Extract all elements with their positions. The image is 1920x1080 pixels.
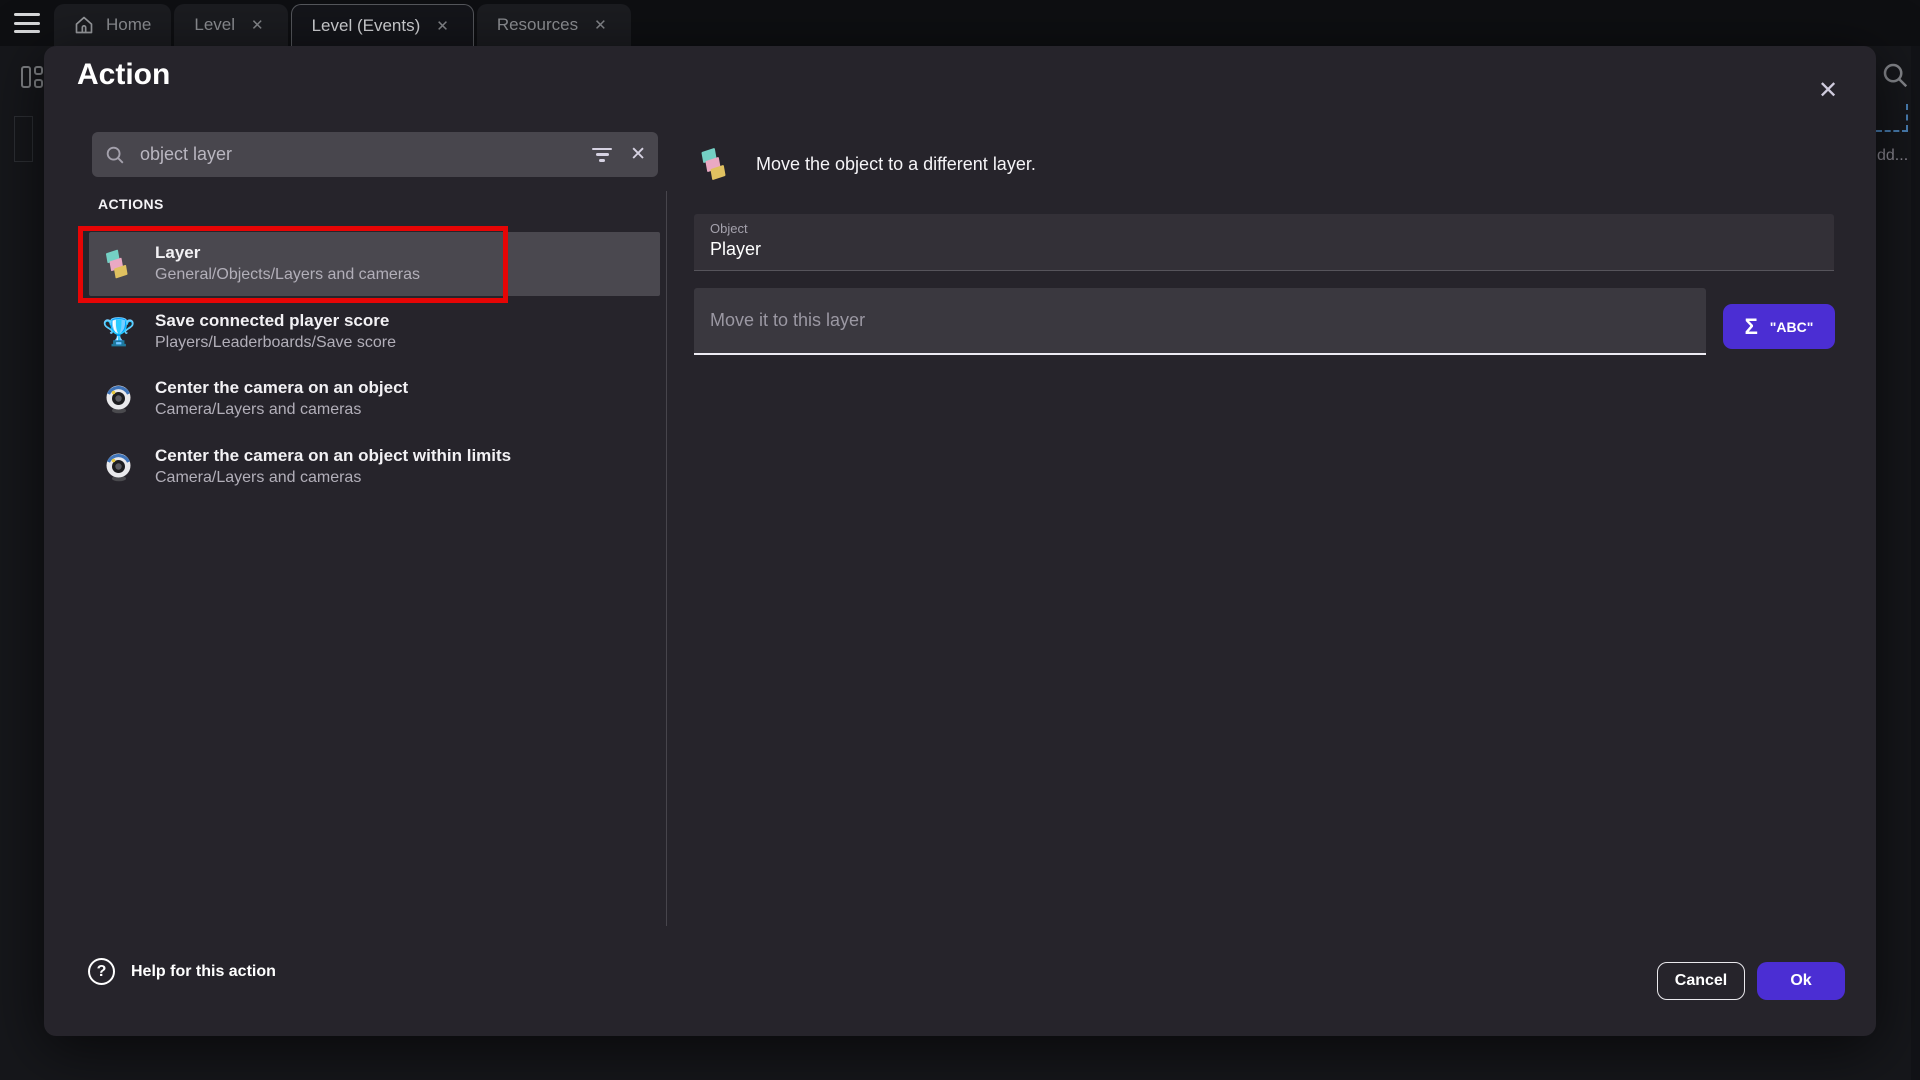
action-dialog: Action ✕ ✕ ACTIONS Layer General/Objects…	[44, 46, 1876, 1036]
search-icon	[104, 144, 126, 166]
webcam-icon	[103, 451, 135, 483]
tab-level-events[interactable]: Level (Events) ✕	[291, 4, 474, 46]
tab-label: Home	[106, 15, 151, 35]
layer-field	[694, 288, 1706, 355]
list-item-subtitle: Camera/Layers and cameras	[155, 400, 408, 421]
layers-icon	[700, 148, 732, 180]
list-item-title: Center the camera on an object within li…	[155, 445, 511, 468]
help-link[interactable]: ? Help for this action	[88, 958, 276, 985]
object-field-label: Object	[710, 221, 1818, 236]
selection-dashed-border	[1906, 104, 1908, 131]
action-description-row: Move the object to a different layer.	[700, 148, 1036, 180]
help-question-icon: ?	[88, 958, 115, 985]
tab-home[interactable]: Home	[54, 4, 171, 46]
selection-dashed-border	[1876, 130, 1908, 132]
background-panel-edge	[14, 116, 33, 162]
tab-label: Level (Events)	[312, 16, 421, 36]
editor-search-icon[interactable]	[1880, 60, 1910, 90]
action-results-list: Layer General/Objects/Layers and cameras…	[89, 232, 660, 502]
list-item-subtitle: General/Objects/Layers and cameras	[155, 265, 420, 286]
actions-section-header: ACTIONS	[98, 196, 164, 212]
tab-bar: Home Level ✕ Level (Events) ✕ Resources …	[54, 4, 631, 46]
list-item-title: Center the camera on an object	[155, 377, 408, 400]
tab-resources[interactable]: Resources ✕	[477, 4, 631, 46]
webcam-icon	[103, 383, 135, 415]
list-item-save-score[interactable]: 🏆 Save connected player score Players/Le…	[89, 300, 660, 364]
hamburger-menu-icon[interactable]	[14, 13, 40, 33]
cancel-button[interactable]: Cancel	[1657, 962, 1745, 1000]
filter-icon[interactable]	[592, 148, 612, 162]
action-description: Move the object to a different layer.	[756, 154, 1036, 175]
background-strip	[1911, 46, 1920, 1080]
help-label: Help for this action	[131, 963, 276, 981]
dialog-title: Action	[77, 58, 170, 92]
list-item-subtitle: Camera/Layers and cameras	[155, 468, 511, 489]
object-field-value: Player	[710, 239, 1818, 260]
list-item-title: Layer	[155, 242, 420, 265]
list-item-title: Save connected player score	[155, 310, 396, 333]
home-icon	[74, 15, 94, 35]
tab-level[interactable]: Level ✕	[174, 4, 287, 46]
truncated-add-button[interactable]: dd...	[1877, 147, 1908, 165]
layer-input[interactable]	[710, 310, 1690, 331]
tab-close-icon[interactable]: ✕	[432, 15, 453, 37]
tab-label: Level	[194, 15, 235, 35]
expression-button-label: "ABC"	[1770, 319, 1814, 335]
ok-button[interactable]: Ok	[1757, 962, 1845, 1000]
search-input[interactable]	[140, 144, 592, 165]
tab-close-icon[interactable]: ✕	[247, 14, 268, 36]
gdevelop-app: Home Level ✕ Level (Events) ✕ Resources …	[0, 0, 1920, 1080]
list-item-subtitle: Players/Leaderboards/Save score	[155, 333, 396, 354]
sigma-icon: Σ	[1745, 314, 1758, 340]
panel-divider	[666, 191, 667, 926]
object-field[interactable]: Object Player	[694, 214, 1834, 271]
action-search-bar: ✕	[92, 132, 658, 177]
trophy-icon: 🏆	[102, 316, 136, 348]
list-item-center-camera-limits[interactable]: Center the camera on an object within li…	[89, 435, 660, 499]
expression-editor-button[interactable]: Σ "ABC"	[1723, 304, 1835, 349]
top-bar: Home Level ✕ Level (Events) ✕ Resources …	[0, 0, 1920, 46]
tab-label: Resources	[497, 15, 578, 35]
tab-close-icon[interactable]: ✕	[590, 14, 611, 36]
list-item-center-camera[interactable]: Center the camera on an object Camera/La…	[89, 367, 660, 431]
layers-icon	[105, 250, 134, 279]
list-item-layer[interactable]: Layer General/Objects/Layers and cameras	[89, 232, 660, 296]
clear-search-icon[interactable]: ✕	[630, 143, 646, 166]
dialog-close-icon[interactable]: ✕	[1810, 72, 1846, 108]
layout-panels-icon[interactable]	[21, 66, 45, 88]
